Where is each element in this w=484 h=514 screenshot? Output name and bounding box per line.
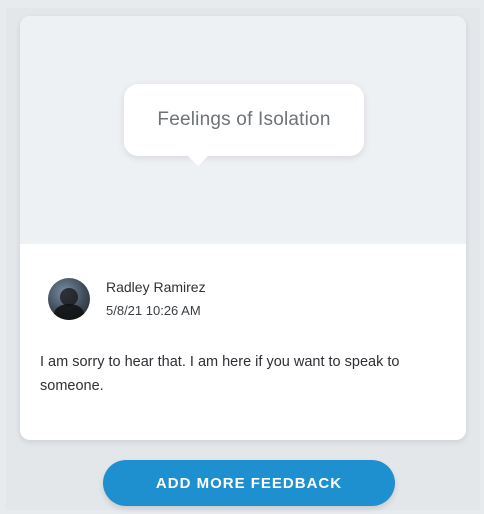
comment-timestamp: 5/8/21 10:26 AM	[106, 303, 201, 318]
feedback-panel: Feelings of Isolation Radley Ramirez 5/8…	[6, 8, 480, 510]
topic-bubble: Feelings of Isolation	[124, 84, 364, 166]
add-more-feedback-button[interactable]: ADD MORE FEEDBACK	[103, 460, 395, 506]
topic-bubble-text: Feelings of Isolation	[157, 109, 331, 130]
author-name: Radley Ramirez	[106, 279, 206, 295]
card-header-area: Feelings of Isolation	[20, 16, 466, 244]
avatar	[48, 278, 90, 320]
comment-message: I am sorry to hear that. I am here if yo…	[40, 354, 400, 394]
feedback-card: Feelings of Isolation Radley Ramirez 5/8…	[20, 16, 466, 440]
